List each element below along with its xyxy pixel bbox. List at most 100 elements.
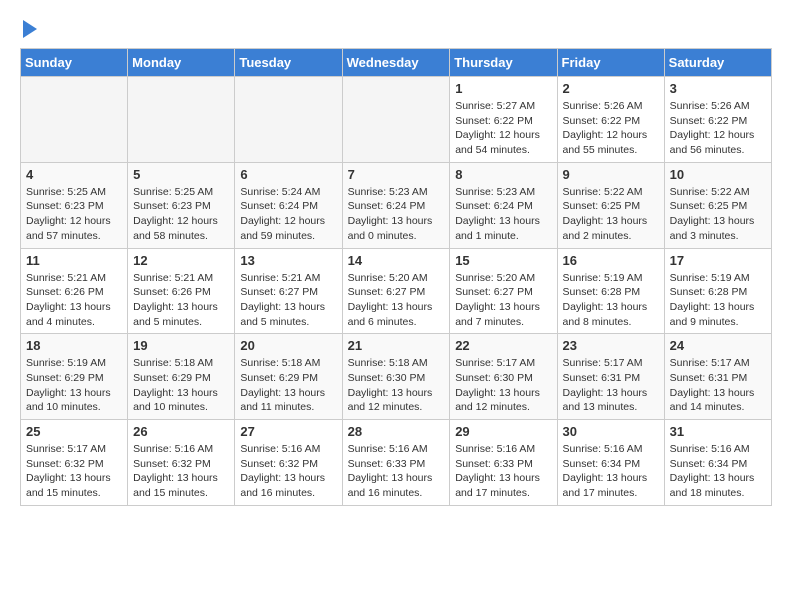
day-info: Sunrise: 5:20 AM Sunset: 6:27 PM Dayligh…: [455, 271, 551, 330]
calendar-cell: 22 Sunrise: 5:17 AM Sunset: 6:30 PM Dayli…: [450, 334, 557, 420]
day-number: 3: [670, 81, 766, 96]
page-header: [20, 20, 772, 38]
day-info: Sunrise: 5:17 AM Sunset: 6:31 PM Dayligh…: [563, 356, 659, 415]
day-info: Sunrise: 5:19 AM Sunset: 6:28 PM Dayligh…: [670, 271, 766, 330]
calendar-cell: 16 Sunrise: 5:19 AM Sunset: 6:28 PM Dayli…: [557, 248, 664, 334]
calendar-cell: [128, 77, 235, 163]
day-info: Sunrise: 5:17 AM Sunset: 6:31 PM Dayligh…: [670, 356, 766, 415]
calendar-cell: 3 Sunrise: 5:26 AM Sunset: 6:22 PM Daylig…: [664, 77, 771, 163]
calendar-cell: 29 Sunrise: 5:16 AM Sunset: 6:33 PM Dayli…: [450, 420, 557, 506]
day-info: Sunrise: 5:19 AM Sunset: 6:29 PM Dayligh…: [26, 356, 122, 415]
calendar-cell: 14 Sunrise: 5:20 AM Sunset: 6:27 PM Dayli…: [342, 248, 450, 334]
weekday-header: Monday: [128, 49, 235, 77]
calendar-cell: 1Sunrise: 5:27 AM Sunset: 6:22 PM Daylig…: [450, 77, 557, 163]
weekday-header: Saturday: [664, 49, 771, 77]
day-info: Sunrise: 5:16 AM Sunset: 6:32 PM Dayligh…: [240, 442, 336, 501]
calendar-cell: 12Sunrise: 5:21 AM Sunset: 6:26 PM Dayli…: [128, 248, 235, 334]
day-info: Sunrise: 5:19 AM Sunset: 6:28 PM Dayligh…: [563, 271, 659, 330]
day-number: 17: [670, 253, 766, 268]
calendar-cell: 13 Sunrise: 5:21 AM Sunset: 6:27 PM Dayli…: [235, 248, 342, 334]
day-number: 24: [670, 338, 766, 353]
day-info: Sunrise: 5:23 AM Sunset: 6:24 PM Dayligh…: [455, 185, 551, 244]
day-info: Sunrise: 5:22 AM Sunset: 6:25 PM Dayligh…: [563, 185, 659, 244]
day-info: Sunrise: 5:22 AM Sunset: 6:25 PM Dayligh…: [670, 185, 766, 244]
day-number: 28: [348, 424, 445, 439]
calendar-cell: 24 Sunrise: 5:17 AM Sunset: 6:31 PM Dayli…: [664, 334, 771, 420]
day-number: 27: [240, 424, 336, 439]
calendar-cell: 20Sunrise: 5:18 AM Sunset: 6:29 PM Dayli…: [235, 334, 342, 420]
day-info: Sunrise: 5:17 AM Sunset: 6:30 PM Dayligh…: [455, 356, 551, 415]
day-info: Sunrise: 5:17 AM Sunset: 6:32 PM Dayligh…: [26, 442, 122, 501]
calendar-cell: 25 Sunrise: 5:17 AM Sunset: 6:32 PM Dayli…: [21, 420, 128, 506]
weekday-header: Sunday: [21, 49, 128, 77]
calendar-week-row: 4 Sunrise: 5:25 AM Sunset: 6:23 PM Daylig…: [21, 162, 772, 248]
day-info: Sunrise: 5:18 AM Sunset: 6:29 PM Dayligh…: [133, 356, 229, 415]
day-info: Sunrise: 5:16 AM Sunset: 6:33 PM Dayligh…: [455, 442, 551, 501]
calendar-cell: 15 Sunrise: 5:20 AM Sunset: 6:27 PM Dayli…: [450, 248, 557, 334]
day-info: Sunrise: 5:23 AM Sunset: 6:24 PM Dayligh…: [348, 185, 445, 244]
calendar-week-row: 1Sunrise: 5:27 AM Sunset: 6:22 PM Daylig…: [21, 77, 772, 163]
calendar-cell: 2 Sunrise: 5:26 AM Sunset: 6:22 PM Daylig…: [557, 77, 664, 163]
calendar-week-row: 11 Sunrise: 5:21 AM Sunset: 6:26 PM Dayli…: [21, 248, 772, 334]
day-number: 21: [348, 338, 445, 353]
day-number: 12: [133, 253, 229, 268]
day-number: 18: [26, 338, 122, 353]
day-info: Sunrise: 5:25 AM Sunset: 6:23 PM Dayligh…: [26, 185, 122, 244]
calendar-cell: 8Sunrise: 5:23 AM Sunset: 6:24 PM Daylig…: [450, 162, 557, 248]
calendar-cell: 23Sunrise: 5:17 AM Sunset: 6:31 PM Dayli…: [557, 334, 664, 420]
day-number: 26: [133, 424, 229, 439]
calendar-cell: 28 Sunrise: 5:16 AM Sunset: 6:33 PM Dayli…: [342, 420, 450, 506]
day-number: 25: [26, 424, 122, 439]
calendar-cell: 9 Sunrise: 5:22 AM Sunset: 6:25 PM Daylig…: [557, 162, 664, 248]
calendar-cell: [235, 77, 342, 163]
day-number: 4: [26, 167, 122, 182]
calendar-cell: 27 Sunrise: 5:16 AM Sunset: 6:32 PM Dayli…: [235, 420, 342, 506]
day-info: Sunrise: 5:26 AM Sunset: 6:22 PM Dayligh…: [563, 99, 659, 158]
calendar-week-row: 18 Sunrise: 5:19 AM Sunset: 6:29 PM Dayli…: [21, 334, 772, 420]
calendar-cell: 17 Sunrise: 5:19 AM Sunset: 6:28 PM Dayli…: [664, 248, 771, 334]
day-number: 14: [348, 253, 445, 268]
day-number: 7: [348, 167, 445, 182]
day-number: 10: [670, 167, 766, 182]
calendar-cell: 26Sunrise: 5:16 AM Sunset: 6:32 PM Dayli…: [128, 420, 235, 506]
day-number: 15: [455, 253, 551, 268]
day-info: Sunrise: 5:16 AM Sunset: 6:34 PM Dayligh…: [670, 442, 766, 501]
day-info: Sunrise: 5:25 AM Sunset: 6:23 PM Dayligh…: [133, 185, 229, 244]
weekday-header: Thursday: [450, 49, 557, 77]
calendar-cell: 18 Sunrise: 5:19 AM Sunset: 6:29 PM Dayli…: [21, 334, 128, 420]
day-number: 2: [563, 81, 659, 96]
day-info: Sunrise: 5:21 AM Sunset: 6:27 PM Dayligh…: [240, 271, 336, 330]
day-number: 20: [240, 338, 336, 353]
day-info: Sunrise: 5:21 AM Sunset: 6:26 PM Dayligh…: [26, 271, 122, 330]
day-number: 16: [563, 253, 659, 268]
day-number: 11: [26, 253, 122, 268]
calendar-cell: 31 Sunrise: 5:16 AM Sunset: 6:34 PM Dayli…: [664, 420, 771, 506]
day-number: 30: [563, 424, 659, 439]
calendar-table: SundayMondayTuesdayWednesdayThursdayFrid…: [20, 48, 772, 506]
calendar-cell: 11 Sunrise: 5:21 AM Sunset: 6:26 PM Dayli…: [21, 248, 128, 334]
calendar-cell: 7 Sunrise: 5:23 AM Sunset: 6:24 PM Daylig…: [342, 162, 450, 248]
calendar-cell: 10 Sunrise: 5:22 AM Sunset: 6:25 PM Dayli…: [664, 162, 771, 248]
day-number: 29: [455, 424, 551, 439]
calendar-cell: [342, 77, 450, 163]
calendar-cell: 4 Sunrise: 5:25 AM Sunset: 6:23 PM Daylig…: [21, 162, 128, 248]
day-number: 9: [563, 167, 659, 182]
day-info: Sunrise: 5:24 AM Sunset: 6:24 PM Dayligh…: [240, 185, 336, 244]
calendar-cell: 30 Sunrise: 5:16 AM Sunset: 6:34 PM Dayli…: [557, 420, 664, 506]
day-number: 13: [240, 253, 336, 268]
day-info: Sunrise: 5:16 AM Sunset: 6:33 PM Dayligh…: [348, 442, 445, 501]
calendar-cell: 19Sunrise: 5:18 AM Sunset: 6:29 PM Dayli…: [128, 334, 235, 420]
day-number: 22: [455, 338, 551, 353]
calendar-cell: 5Sunrise: 5:25 AM Sunset: 6:23 PM Daylig…: [128, 162, 235, 248]
day-info: Sunrise: 5:16 AM Sunset: 6:34 PM Dayligh…: [563, 442, 659, 501]
day-number: 31: [670, 424, 766, 439]
day-info: Sunrise: 5:27 AM Sunset: 6:22 PM Dayligh…: [455, 99, 551, 158]
weekday-header: Friday: [557, 49, 664, 77]
calendar-cell: [21, 77, 128, 163]
day-info: Sunrise: 5:26 AM Sunset: 6:22 PM Dayligh…: [670, 99, 766, 158]
day-number: 6: [240, 167, 336, 182]
calendar-cell: 6 Sunrise: 5:24 AM Sunset: 6:24 PM Daylig…: [235, 162, 342, 248]
day-info: Sunrise: 5:18 AM Sunset: 6:30 PM Dayligh…: [348, 356, 445, 415]
logo: [20, 20, 37, 38]
day-info: Sunrise: 5:20 AM Sunset: 6:27 PM Dayligh…: [348, 271, 445, 330]
